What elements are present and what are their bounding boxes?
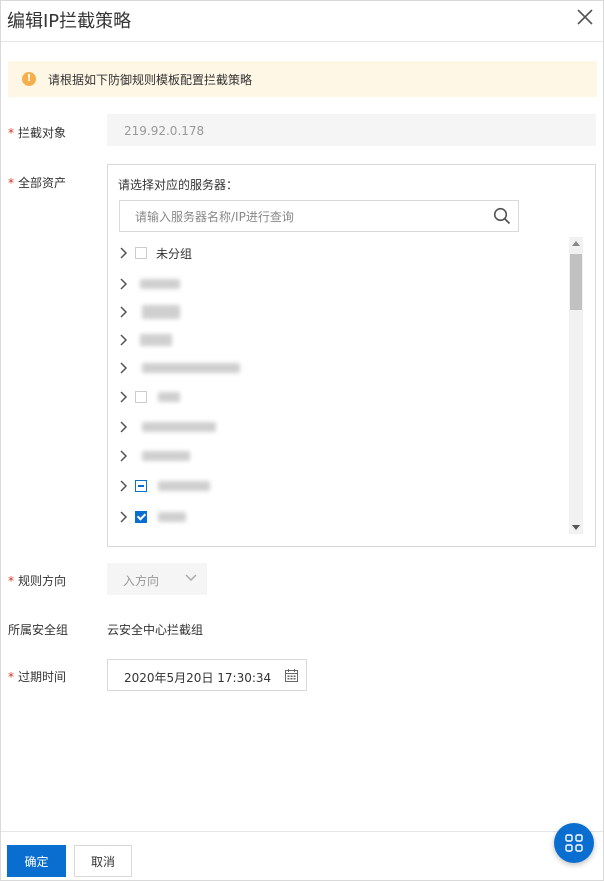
- tree-row[interactable]: [108, 442, 568, 470]
- direction-value: 入方向: [123, 574, 160, 588]
- chevron-right-icon[interactable]: [118, 306, 128, 318]
- tree-scrollbar[interactable]: [569, 237, 583, 534]
- target-value: 219.92.0.178: [124, 124, 205, 138]
- required-mark: *: [8, 574, 14, 588]
- redacted-server-name: [158, 392, 180, 402]
- tree-checkbox-checked[interactable]: [135, 511, 147, 523]
- close-icon[interactable]: [575, 7, 595, 27]
- tree-row[interactable]: [108, 503, 568, 531]
- required-mark: *: [8, 176, 14, 190]
- tree-checkbox[interactable]: [135, 247, 147, 259]
- server-search-box: [119, 200, 519, 233]
- tree-row[interactable]: [108, 298, 568, 326]
- calendar-icon[interactable]: [285, 669, 298, 682]
- asset-selector: 请选择对应的服务器： 未分组: [107, 164, 596, 547]
- redacted-server-name: [142, 305, 180, 319]
- tree-row[interactable]: [108, 413, 568, 441]
- chevron-right-icon[interactable]: [118, 511, 128, 523]
- tree-row[interactable]: 未分组: [108, 239, 568, 267]
- dialog-header: 编辑IP拦截策略: [1, 1, 603, 42]
- chevron-right-icon[interactable]: [118, 362, 128, 374]
- search-icon[interactable]: [493, 207, 511, 225]
- edit-ip-block-policy-dialog: 编辑IP拦截策略 ! 请根据如下防御规则模板配置拦截策略 * 拦截对象 219.9…: [0, 0, 604, 881]
- asset-selector-hint: 请选择对应的服务器：: [118, 178, 239, 192]
- direction-select[interactable]: 入方向: [107, 563, 207, 595]
- info-alert: ! 请根据如下防御规则模板配置拦截策略: [8, 61, 597, 97]
- dialog-footer: 确定 取消: [1, 831, 603, 880]
- chevron-right-icon[interactable]: [118, 450, 128, 462]
- expire-value: 2020年5月20日 17:30:34: [124, 671, 272, 685]
- chevron-right-icon[interactable]: [118, 480, 128, 492]
- target-label: * 拦截对象: [8, 124, 66, 141]
- assets-label-text: 全部资产: [18, 176, 67, 190]
- alert-text: 请根据如下防御规则模板配置拦截策略: [48, 73, 253, 87]
- tree-checkbox-partial[interactable]: [135, 480, 147, 492]
- target-label-text: 拦截对象: [18, 126, 67, 140]
- tree-row[interactable]: [108, 383, 568, 411]
- chevron-right-icon[interactable]: [118, 278, 128, 290]
- chevron-right-icon[interactable]: [118, 334, 128, 346]
- cancel-button[interactable]: 取消: [74, 845, 132, 877]
- server-tree: 未分组: [108, 237, 568, 537]
- grid-icon: [565, 834, 583, 852]
- scroll-down-arrow-icon[interactable]: [572, 525, 580, 530]
- direction-label: * 规则方向: [8, 572, 66, 589]
- tree-row[interactable]: [108, 270, 568, 298]
- expire-date-picker[interactable]: 2020年5月20日 17:30:34: [107, 659, 307, 691]
- confirm-button[interactable]: 确定: [7, 845, 66, 877]
- floating-apps-button[interactable]: [554, 823, 594, 863]
- tree-row-label: 未分组: [156, 247, 193, 261]
- tree-row[interactable]: [108, 326, 568, 354]
- required-mark: *: [8, 670, 14, 684]
- scrollbar-thumb[interactable]: [570, 254, 582, 310]
- direction-label-text: 规则方向: [18, 574, 67, 588]
- security-group-value: 云安全中心拦截组: [107, 623, 204, 637]
- redacted-server-name: [142, 422, 216, 432]
- target-input[interactable]: 219.92.0.178: [107, 114, 596, 146]
- chevron-right-icon[interactable]: [118, 391, 128, 403]
- tree-checkbox[interactable]: [135, 391, 147, 403]
- chevron-down-icon: [185, 574, 197, 582]
- security-group-label: 所属安全组: [8, 623, 69, 637]
- chevron-right-icon[interactable]: [118, 421, 128, 433]
- redacted-server-name: [158, 512, 186, 522]
- server-search-input[interactable]: [120, 201, 497, 233]
- scroll-up-arrow-icon[interactable]: [572, 241, 580, 246]
- expire-label-text: 过期时间: [18, 670, 67, 684]
- tree-row[interactable]: [108, 354, 568, 382]
- chevron-right-icon[interactable]: [118, 247, 128, 259]
- redacted-server-name: [142, 363, 240, 373]
- expire-label: * 过期时间: [8, 668, 66, 685]
- redacted-server-name: [140, 279, 180, 289]
- warning-icon: !: [22, 72, 36, 86]
- redacted-server-name: [140, 334, 172, 346]
- required-mark: *: [8, 126, 14, 140]
- tree-row[interactable]: [108, 472, 568, 500]
- dialog-title: 编辑IP拦截策略: [7, 11, 132, 32]
- redacted-server-name: [142, 451, 190, 461]
- redacted-server-name: [158, 481, 210, 491]
- assets-label: * 全部资产: [8, 174, 66, 191]
